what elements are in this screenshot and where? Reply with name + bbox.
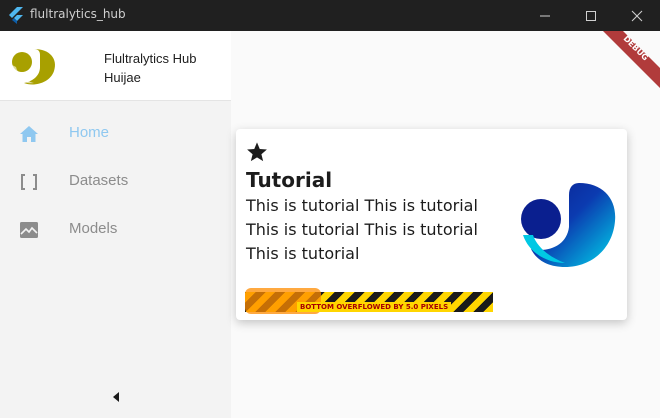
user-name: Huijae — [104, 70, 141, 85]
star-icon — [247, 142, 267, 162]
image-icon — [20, 222, 38, 238]
home-icon — [20, 126, 38, 142]
nav-item-models[interactable]: Models — [0, 206, 231, 254]
nav-item-datasets[interactable]: Datasets — [0, 158, 231, 206]
flutter-logo-icon — [9, 7, 23, 24]
window-title: flultralytics_hub — [30, 7, 126, 21]
maximize-icon — [586, 11, 596, 21]
debug-banner: DEBUG — [557, 31, 660, 91]
nav-label-home: Home — [69, 124, 110, 141]
nav-label-models: Models — [69, 220, 118, 237]
nav-item-home[interactable]: Home — [0, 110, 231, 158]
minimize-button[interactable] — [522, 0, 568, 31]
card-body-text: This is tutorial This is tutorial This i… — [246, 196, 478, 263]
maximize-button[interactable] — [568, 0, 614, 31]
app-name: Flultralytics Hub — [104, 51, 197, 66]
overflow-warning-text: BOTTOM OVERFLOWED BY 5.0 PIXELS — [297, 302, 452, 312]
chevron-left-icon[interactable] — [108, 387, 124, 407]
ultralytics-logo-icon — [521, 183, 616, 267]
sidebar-header: Flultralytics Hub Huijae — [0, 31, 231, 101]
sidebar: Flultralytics Hub Huijae Home Datasets M… — [0, 31, 231, 418]
minimize-icon — [540, 15, 550, 17]
close-button[interactable] — [614, 0, 660, 31]
card-title: Tutorial — [246, 168, 333, 192]
close-icon — [631, 10, 643, 22]
nav-label-datasets: Datasets — [69, 172, 129, 189]
title-bar: flultralytics_hub — [0, 0, 660, 31]
brackets-icon — [21, 174, 37, 190]
app-logo-avatar[interactable] — [10, 45, 60, 87]
